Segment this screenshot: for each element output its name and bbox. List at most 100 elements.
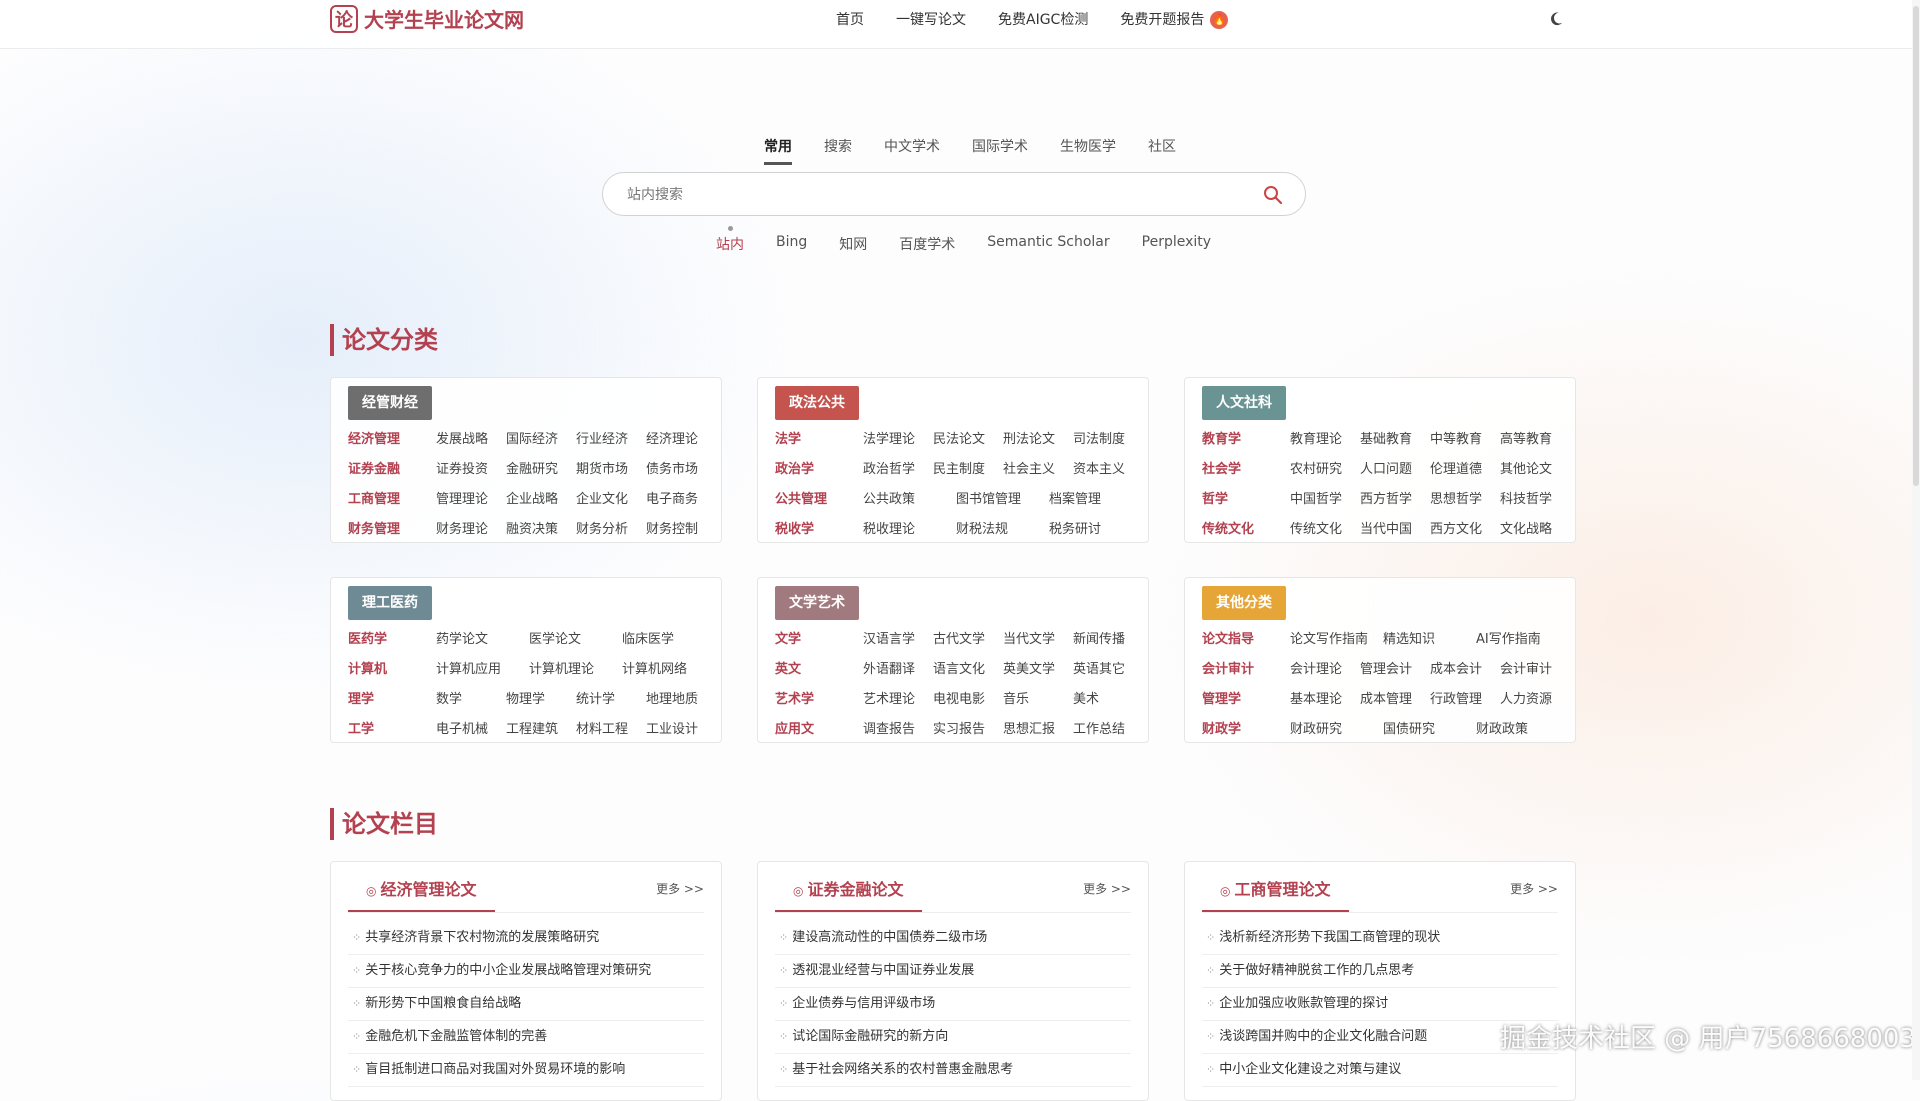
subcategory-link[interactable]: 语言文化 — [933, 658, 1003, 677]
subcategory-link[interactable]: 基本理论 — [1290, 688, 1360, 707]
subcategory-link[interactable]: 中等教育 — [1430, 428, 1500, 447]
subcategory-link[interactable]: 西方哲学 — [1360, 488, 1430, 507]
subcategory-link[interactable]: 汉语言学 — [863, 628, 933, 647]
category-head-link[interactable]: 财务管理 — [348, 518, 436, 537]
subcategory-link[interactable]: 刑法论文 — [1003, 428, 1073, 447]
subcategory-link[interactable]: 其他论文 — [1500, 458, 1570, 477]
subcategory-link[interactable]: 证券投资 — [436, 458, 506, 477]
tab-search[interactable]: 搜索 — [824, 136, 852, 165]
category-head-link[interactable]: 教育学 — [1202, 428, 1290, 447]
subcategory-link[interactable]: 国债研究 — [1383, 718, 1476, 737]
category-head-link[interactable]: 税收学 — [775, 518, 863, 537]
subcategory-link[interactable]: 工作总结 — [1073, 718, 1143, 737]
subcategory-link[interactable]: 电子机械 — [436, 718, 506, 737]
subcategory-link[interactable]: 政治哲学 — [863, 458, 933, 477]
subcategory-link[interactable]: 社会主义 — [1003, 458, 1073, 477]
subcategory-link[interactable]: 计算机网络 — [622, 658, 715, 677]
subcategory-link[interactable]: AI写作指南 — [1476, 628, 1569, 647]
subcategory-link[interactable]: 民法论文 — [933, 428, 1003, 447]
scrollbar[interactable] — [1912, 0, 1920, 1080]
more-link[interactable]: 更多 >> — [1510, 880, 1558, 897]
category-badge[interactable]: 人文社科 — [1202, 386, 1286, 420]
article-list-item[interactable]: ⁘ 企业加强应收账款管理的探讨 — [1202, 988, 1558, 1021]
subcategory-link[interactable]: 思想哲学 — [1430, 488, 1500, 507]
column-title[interactable]: ◎ 工商管理论文 — [1202, 874, 1349, 912]
subcategory-link[interactable]: 临床医学 — [622, 628, 715, 647]
category-head-link[interactable]: 医药学 — [348, 628, 436, 647]
article-list-item[interactable]: ⁘ 企业债券与信用评级市场 — [775, 988, 1131, 1021]
subcategory-link[interactable]: 科技哲学 — [1500, 488, 1570, 507]
subcategory-link[interactable]: 行业经济 — [576, 428, 646, 447]
engine-baidu-scholar[interactable]: 百度学术 — [899, 234, 955, 254]
subcategory-link[interactable]: 教育理论 — [1290, 428, 1360, 447]
category-badge[interactable]: 其他分类 — [1202, 586, 1286, 620]
subcategory-link[interactable]: 财务理论 — [436, 518, 506, 537]
subcategory-link[interactable]: 艺术理论 — [863, 688, 933, 707]
subcategory-link[interactable]: 文化战略 — [1500, 518, 1570, 537]
article-list-item[interactable]: ⁘ 共享经济背景下农村物流的发展策略研究 — [348, 922, 704, 955]
engine-bing[interactable]: Bing — [776, 234, 807, 254]
subcategory-link[interactable]: 人力资源 — [1500, 688, 1570, 707]
subcategory-link[interactable]: 物理学 — [506, 688, 576, 707]
subcategory-link[interactable]: 财务分析 — [576, 518, 646, 537]
subcategory-link[interactable]: 英语其它 — [1073, 658, 1143, 677]
category-head-link[interactable]: 文学 — [775, 628, 863, 647]
subcategory-link[interactable]: 图书馆管理 — [956, 488, 1049, 507]
subcategory-link[interactable]: 档案管理 — [1049, 488, 1142, 507]
subcategory-link[interactable]: 财政研究 — [1290, 718, 1383, 737]
tab-intl-academic[interactable]: 国际学术 — [972, 136, 1028, 165]
category-head-link[interactable]: 英文 — [775, 658, 863, 677]
category-badge[interactable]: 理工医药 — [348, 586, 432, 620]
category-head-link[interactable]: 社会学 — [1202, 458, 1290, 477]
subcategory-link[interactable]: 伦理道德 — [1430, 458, 1500, 477]
category-head-link[interactable]: 管理学 — [1202, 688, 1290, 707]
subcategory-link[interactable]: 管理会计 — [1360, 658, 1430, 677]
category-head-link[interactable]: 艺术学 — [775, 688, 863, 707]
subcategory-link[interactable]: 数学 — [436, 688, 506, 707]
article-list-item[interactable]: ⁘ 建设高流动性的中国债券二级市场 — [775, 922, 1131, 955]
subcategory-link[interactable]: 发展战略 — [436, 428, 506, 447]
subcategory-link[interactable]: 税务研讨 — [1049, 518, 1142, 537]
nav-aigc[interactable]: 免费AIGC检测 — [998, 9, 1088, 29]
subcategory-link[interactable]: 企业文化 — [576, 488, 646, 507]
subcategory-link[interactable]: 法学理论 — [863, 428, 933, 447]
article-list-item[interactable]: ⁘ 基于社会网络关系的农村普惠金融思考 — [775, 1054, 1131, 1087]
subcategory-link[interactable]: 新闻传播 — [1073, 628, 1143, 647]
category-head-link[interactable]: 应用文 — [775, 718, 863, 737]
tab-community[interactable]: 社区 — [1148, 136, 1176, 165]
subcategory-link[interactable]: 金融研究 — [506, 458, 576, 477]
subcategory-link[interactable]: 融资决策 — [506, 518, 576, 537]
article-list-item[interactable]: ⁘ 浅析新经济形势下我国工商管理的现状 — [1202, 922, 1558, 955]
subcategory-link[interactable]: 企业战略 — [506, 488, 576, 507]
subcategory-link[interactable]: 材料工程 — [576, 718, 646, 737]
article-list-item[interactable]: ⁘ 关于核心竞争力的中小企业发展战略管理对策研究 — [348, 955, 704, 988]
category-head-link[interactable]: 工学 — [348, 718, 436, 737]
category-head-link[interactable]: 传统文化 — [1202, 518, 1290, 537]
subcategory-link[interactable]: 古代文学 — [933, 628, 1003, 647]
article-list-item[interactable]: ⁘ 盲目抵制进口商品对我国对外贸易环境的影响 — [348, 1054, 704, 1087]
article-list-item[interactable]: ⁘ 关于做好精神脱贫工作的几点思考 — [1202, 955, 1558, 988]
subcategory-link[interactable]: 统计学 — [576, 688, 646, 707]
subcategory-link[interactable]: 传统文化 — [1290, 518, 1360, 537]
subcategory-link[interactable]: 会计审计 — [1500, 658, 1570, 677]
subcategory-link[interactable]: 经济理论 — [646, 428, 716, 447]
category-head-link[interactable]: 工商管理 — [348, 488, 436, 507]
subcategory-link[interactable]: 国际经济 — [506, 428, 576, 447]
subcategory-link[interactable]: 计算机理论 — [529, 658, 622, 677]
subcategory-link[interactable]: 当代文学 — [1003, 628, 1073, 647]
engine-cnki[interactable]: 知网 — [839, 234, 867, 254]
subcategory-link[interactable]: 民主制度 — [933, 458, 1003, 477]
subcategory-link[interactable]: 计算机应用 — [436, 658, 529, 677]
subcategory-link[interactable]: 成本管理 — [1360, 688, 1430, 707]
subcategory-link[interactable]: 西方文化 — [1430, 518, 1500, 537]
article-list-item[interactable]: ⁘ 试论国际金融研究的新方向 — [775, 1021, 1131, 1054]
nav-home[interactable]: 首页 — [836, 9, 864, 29]
article-list-item[interactable]: ⁘ 中小企业文化建设之对策与建议 — [1202, 1054, 1558, 1087]
subcategory-link[interactable]: 工程建筑 — [506, 718, 576, 737]
category-head-link[interactable]: 政治学 — [775, 458, 863, 477]
subcategory-link[interactable]: 地理地质 — [646, 688, 716, 707]
subcategory-link[interactable]: 电视电影 — [933, 688, 1003, 707]
category-badge[interactable]: 经管财经 — [348, 386, 432, 420]
subcategory-link[interactable]: 期货市场 — [576, 458, 646, 477]
subcategory-link[interactable]: 论文写作指南 — [1290, 628, 1383, 647]
